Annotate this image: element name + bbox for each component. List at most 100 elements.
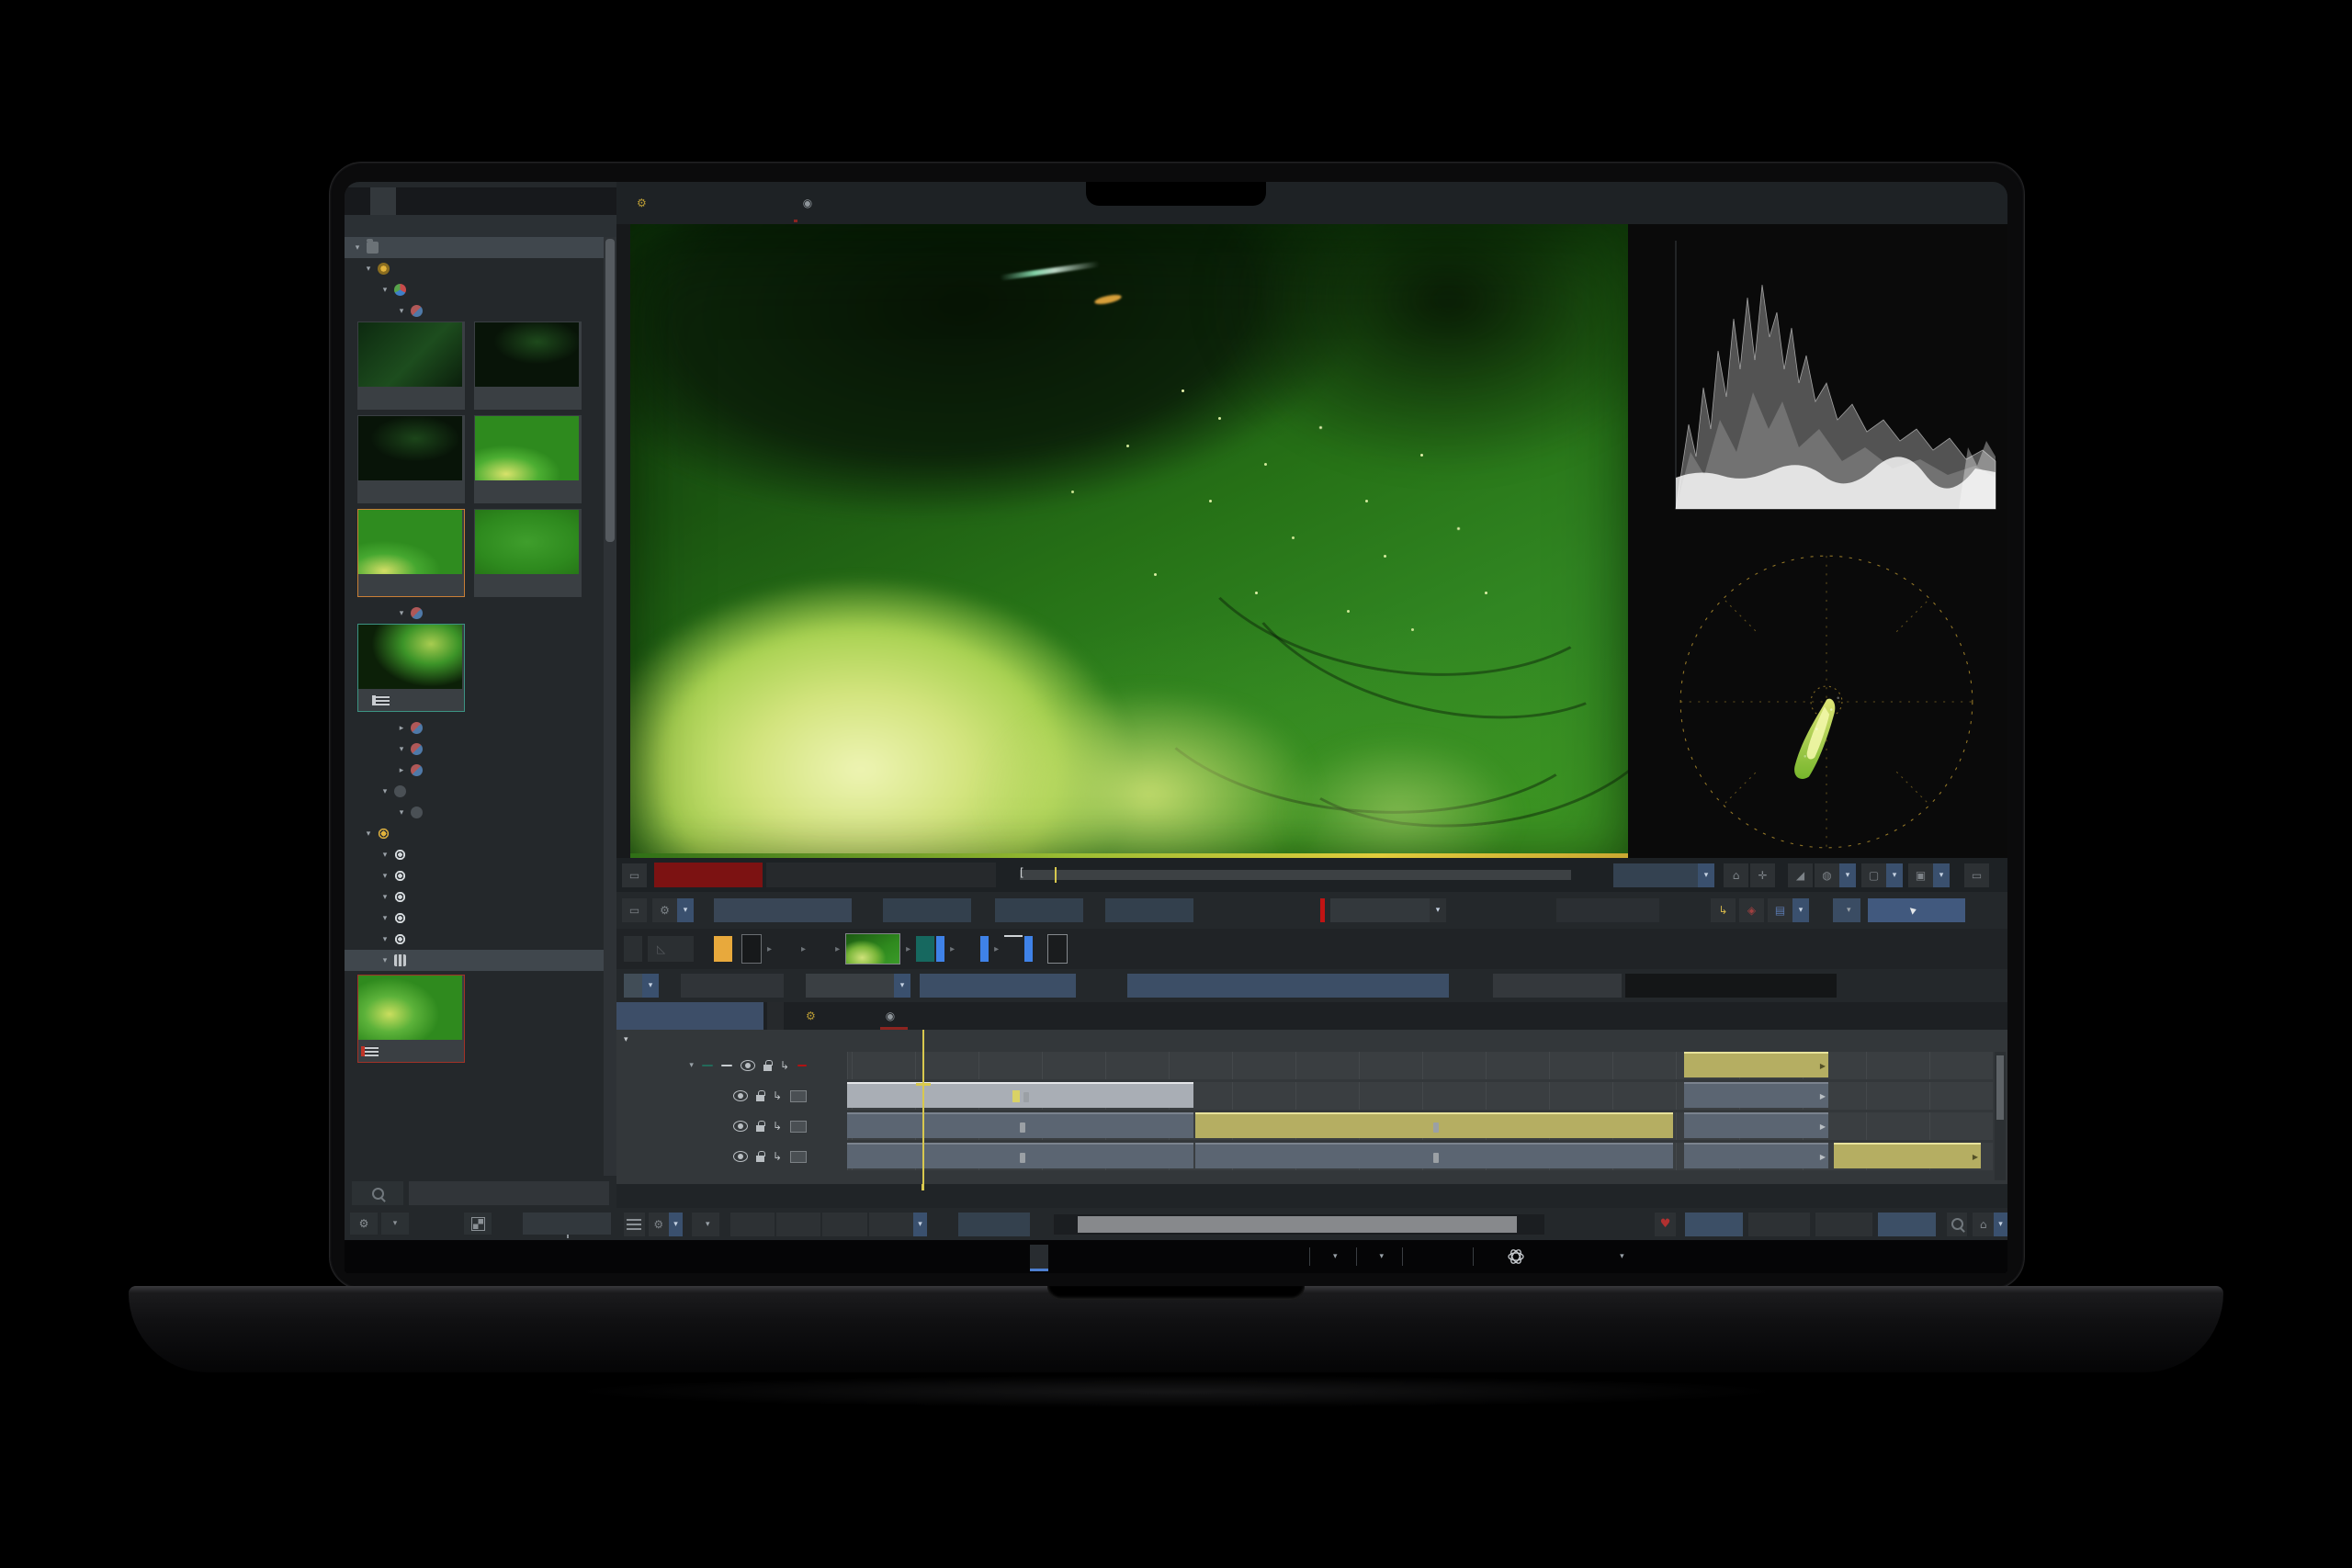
remove-edit-button[interactable]: ◈ <box>1739 898 1764 922</box>
node-enabled-strip[interactable] <box>936 936 945 962</box>
clip-thumbnail-selected[interactable] <box>357 509 465 597</box>
viewer-tab-pic-a-28[interactable]: ◉ <box>788 182 834 224</box>
fx-button[interactable] <box>624 936 642 962</box>
visibility-icon[interactable] <box>740 1060 755 1071</box>
node-enabled-strip[interactable] <box>980 936 989 962</box>
add-audio-track-button[interactable] <box>822 1212 867 1236</box>
scrub-bar[interactable]: [ <box>1020 866 1571 883</box>
mask-button[interactable]: ▣ <box>1908 863 1933 887</box>
import-path-field[interactable] <box>1625 974 1837 998</box>
tree-item-batch-renders[interactable]: ▾ <box>345 802 604 823</box>
save-button[interactable] <box>1282 1245 1300 1269</box>
track-lane-v14[interactable]: ▶ <box>847 1082 1993 1110</box>
tree-item-pic-1040[interactable]: ▾ <box>345 258 604 279</box>
patch-box[interactable] <box>790 1120 807 1133</box>
follow-icon[interactable]: ↳ <box>773 1150 782 1163</box>
record-badge[interactable] <box>797 1065 807 1066</box>
import-button[interactable] <box>1493 974 1622 998</box>
view-dropdown[interactable]: ▾ <box>381 1213 409 1235</box>
menu-mediahub[interactable] <box>942 1245 960 1269</box>
format-options-node[interactable] <box>777 936 796 962</box>
zoom-level-dropdown[interactable] <box>1613 863 1698 887</box>
track-header-v13[interactable]: ↳ <box>616 1112 847 1140</box>
sort-header[interactable] <box>345 215 616 237</box>
tree-item-schematic-reel-2[interactable]: ▾ <box>345 603 604 624</box>
tree-item-schematic-reel-1[interactable]: ▾ <box>345 300 604 321</box>
clip-v14-stack[interactable]: ▶ <box>1684 1082 1828 1108</box>
sync-button[interactable] <box>1684 1212 1744 1236</box>
tree-item-a001c005[interactable]: ▾ <box>345 279 604 300</box>
patch-box[interactable] <box>790 1150 807 1163</box>
tab-desktop[interactable] <box>370 187 396 215</box>
clip-v13-a[interactable] <box>847 1112 1193 1138</box>
auto-key-button[interactable] <box>714 936 732 962</box>
colour-transform-button[interactable] <box>920 974 1076 998</box>
tree-item-cloud-generator[interactable]: ▾ <box>345 739 604 760</box>
add-video-track-button[interactable] <box>729 1212 775 1236</box>
timeline-options-button[interactable]: ▾ <box>692 1212 719 1236</box>
resolution-button[interactable] <box>714 898 852 922</box>
home-view-button[interactable]: ⌂ <box>1724 863 1748 887</box>
presets-caret[interactable]: ▾ <box>894 974 910 998</box>
follow-icon[interactable]: ↳ <box>780 1059 789 1072</box>
out-field[interactable] <box>995 898 1083 922</box>
lock-icon[interactable] <box>755 1150 765 1162</box>
follow-icon[interactable]: ↳ <box>773 1089 782 1102</box>
brand-caret[interactable]: ▾ <box>1606 1245 1634 1269</box>
playback-settings-button[interactable]: ⚙ <box>652 898 677 922</box>
display-caret[interactable]: ▾ <box>1886 863 1903 887</box>
scrub-playhead[interactable] <box>1055 867 1057 883</box>
clip-thumbnail[interactable] <box>474 415 582 503</box>
add-sub-track-button[interactable] <box>868 1212 914 1236</box>
zoom-caret[interactable]: ▾ <box>1698 863 1714 887</box>
sequences-tab[interactable] <box>616 1002 763 1030</box>
clip-v15-stack[interactable]: ▶ <box>1684 1052 1828 1077</box>
clip-v12-stack[interactable]: ▶ <box>1684 1143 1828 1168</box>
tools-caret[interactable]: ▾ <box>1792 898 1809 922</box>
sequence-tab-pic-a-28[interactable]: ◉ <box>873 1002 915 1030</box>
zoom-search-button[interactable] <box>1946 1212 1968 1236</box>
tree-item-new-reel[interactable]: ▾ <box>345 865 604 886</box>
tab-all[interactable] <box>345 187 370 215</box>
result-view-button[interactable] <box>1047 934 1069 964</box>
menu-conform[interactable] <box>986 1245 1004 1269</box>
track-header-v14[interactable]: ↳ <box>616 1082 847 1110</box>
timeline-settings-button[interactable]: ⚙ <box>648 1212 670 1236</box>
clip-v12-right[interactable]: ▶ <box>1834 1143 1981 1168</box>
thumbnail-size-slider[interactable] <box>523 1213 611 1238</box>
snap-button[interactable] <box>1815 1212 1872 1236</box>
in-field[interactable] <box>883 898 971 922</box>
mask-caret[interactable]: ▾ <box>1933 863 1950 887</box>
timeline-playhead[interactable] <box>916 1030 931 1184</box>
scope-select-button[interactable]: ◍ <box>1815 863 1839 887</box>
menu-timeline[interactable] <box>1030 1245 1048 1271</box>
visibility-icon[interactable] <box>732 1151 748 1162</box>
image-node[interactable] <box>960 936 978 962</box>
lock-icon[interactable] <box>755 1120 765 1132</box>
clip-thumbnail[interactable] <box>474 321 582 410</box>
loop-button[interactable]: ▭ <box>622 898 647 922</box>
display-button[interactable]: ▢ <box>1861 863 1886 887</box>
clip-thumbnail-sequence[interactable] <box>357 975 465 1063</box>
zoom-value-slider[interactable] <box>958 1212 1031 1236</box>
track-header-v12[interactable]: ↳ <box>616 1143 847 1170</box>
menu-effects[interactable] <box>1074 1245 1092 1269</box>
track-name[interactable] <box>714 1095 725 1097</box>
track-header-v15[interactable]: ▾ ↳ <box>616 1052 847 1079</box>
clip-info-button[interactable]: ▭ <box>622 863 647 887</box>
tree-item-batch-shelf[interactable]: ▾ <box>345 781 604 802</box>
track-lane-v15[interactable]: ▶ <box>847 1052 1993 1079</box>
tree-item-schematic-reel-3[interactable]: ▸ <box>345 717 604 739</box>
clip-thumbnail[interactable] <box>474 509 582 597</box>
scope-caret[interactable]: ▾ <box>1839 863 1856 887</box>
viewer-image[interactable] <box>630 224 1628 858</box>
transform-2d-node[interactable] <box>1004 935 1023 963</box>
settings-caret[interactable]: ▾ <box>669 1212 684 1236</box>
viewer-tab-sp-content[interactable]: ⚙ <box>622 182 669 224</box>
ram-play-button[interactable] <box>1556 898 1659 922</box>
clip-v12-b[interactable] <box>1195 1143 1673 1168</box>
clip-thumbnail-selected[interactable] <box>357 624 465 712</box>
timeline-ruler[interactable] <box>616 1184 2007 1208</box>
track-lane-v12[interactable]: ▶ ▶ <box>847 1143 1993 1170</box>
clip-thumbnail[interactable] <box>357 415 465 503</box>
